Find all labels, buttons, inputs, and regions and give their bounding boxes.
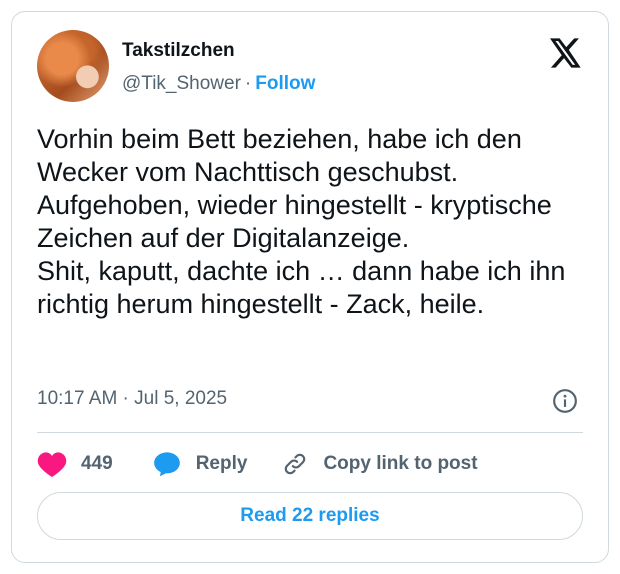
reply-label: Reply <box>195 453 248 474</box>
info-icon[interactable] <box>552 388 578 414</box>
follow-button[interactable]: Follow <box>255 73 315 94</box>
author-display-name[interactable]: Takstilzchen <box>122 40 235 62</box>
copy-link-button[interactable]: Copy link to post <box>281 451 478 477</box>
like-button[interactable]: 449 <box>37 451 113 477</box>
author-handle[interactable]: @Tik_Shower <box>122 73 241 94</box>
read-replies-button[interactable]: Read 22 replies <box>37 492 583 540</box>
reply-button[interactable]: Reply <box>153 451 248 477</box>
link-icon <box>285 453 306 475</box>
heart-icon <box>37 452 67 477</box>
like-count: 449 <box>81 453 113 474</box>
avatar[interactable] <box>37 30 109 102</box>
handle-separator: · <box>244 73 252 94</box>
post-text: Vorhin beim Bett beziehen, habe ich den … <box>37 124 566 319</box>
divider <box>37 432 583 433</box>
post-actions: 449 Reply Copy link to post <box>37 446 478 482</box>
author-handle-row: @Tik_Shower · Follow <box>122 73 315 95</box>
copy-link-label: Copy link to post <box>323 453 478 474</box>
speech-bubble-icon <box>153 452 180 477</box>
embedded-post-card: Takstilzchen @Tik_Shower · Follow Vorhin b… <box>11 11 609 563</box>
post-timestamp[interactable]: 10:17 AM · Jul 5, 2025 <box>37 388 227 410</box>
x-logo-icon[interactable] <box>550 38 582 68</box>
